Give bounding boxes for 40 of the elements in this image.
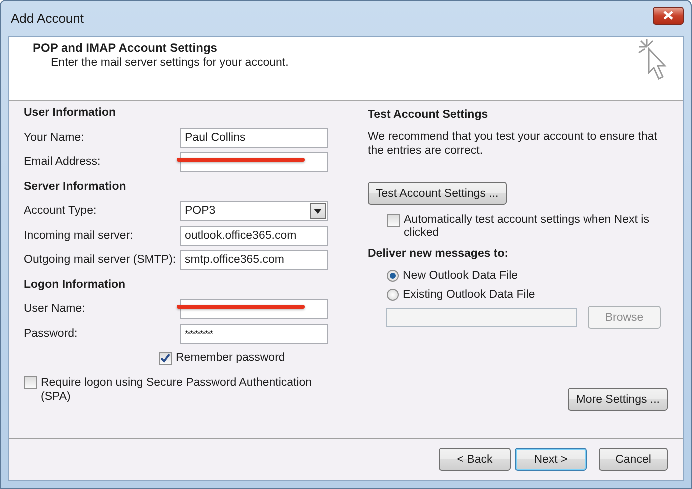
radio-label: Existing Outlook Data File: [403, 288, 536, 300]
page-subtitle: Enter the mail server settings for your account.: [50, 56, 289, 71]
field-label: Account Type:: [24, 205, 98, 218]
close-button[interactable]: [653, 6, 684, 24]
checkbox[interactable]: [387, 214, 400, 227]
checkbox-label: Automatically test account settings when Next is clicked: [404, 214, 650, 240]
field-label: Your Name:: [24, 132, 86, 144]
redacted-field[interactable]: [180, 152, 328, 172]
text-field[interactable]: smtp.office365.com: [180, 250, 328, 270]
section-heading: Test Account Settings: [368, 108, 490, 122]
section-heading: Server Information: [24, 180, 128, 193]
section-heading: Logon Information: [24, 278, 127, 291]
radio-label: New Outlook Data File: [403, 270, 518, 282]
dialog-button[interactable]: Cancel: [599, 448, 668, 471]
field-label: Password:: [24, 328, 79, 340]
window-title: Add Account: [11, 11, 84, 26]
checkbox-label: Remember password: [176, 352, 286, 364]
text-field[interactable]: outlook.office365.com: [180, 226, 328, 246]
password-field[interactable]: ***********: [180, 324, 328, 344]
radio-button[interactable]: [387, 270, 399, 282]
section-heading: Deliver new messages to:: [368, 247, 510, 261]
checkbox[interactable]: [24, 376, 37, 389]
text-field[interactable]: Paul Collins: [180, 128, 328, 148]
close-icon: [663, 11, 674, 20]
field-label: Email Address:: [24, 156, 102, 168]
account-type-dropdown[interactable]: POP3: [180, 201, 328, 222]
dialog-button[interactable]: Next >: [515, 448, 587, 471]
field-label: Incoming mail server:: [24, 230, 134, 242]
redacted-field[interactable]: [180, 299, 328, 320]
page-title: POP and IMAP Account Settings: [33, 41, 218, 55]
field-label: User Name:: [24, 303, 86, 316]
test-description: We recommend that you test your account to ensure that the entries are correct.: [368, 130, 658, 158]
radio-button[interactable]: [387, 288, 399, 300]
dialog-button[interactable]: < Back: [439, 448, 511, 471]
field-label: Outgoing mail server (SMTP):: [24, 254, 178, 266]
checkbox[interactable]: [159, 352, 172, 364]
checkbox-label: Require logon using Secure Password Authentication (SPA): [41, 376, 314, 404]
test-settings-button[interactable]: Test Account Settings ...: [368, 182, 507, 205]
section-heading: User Information: [24, 107, 118, 120]
more-settings-button[interactable]: More Settings ...: [568, 388, 668, 411]
